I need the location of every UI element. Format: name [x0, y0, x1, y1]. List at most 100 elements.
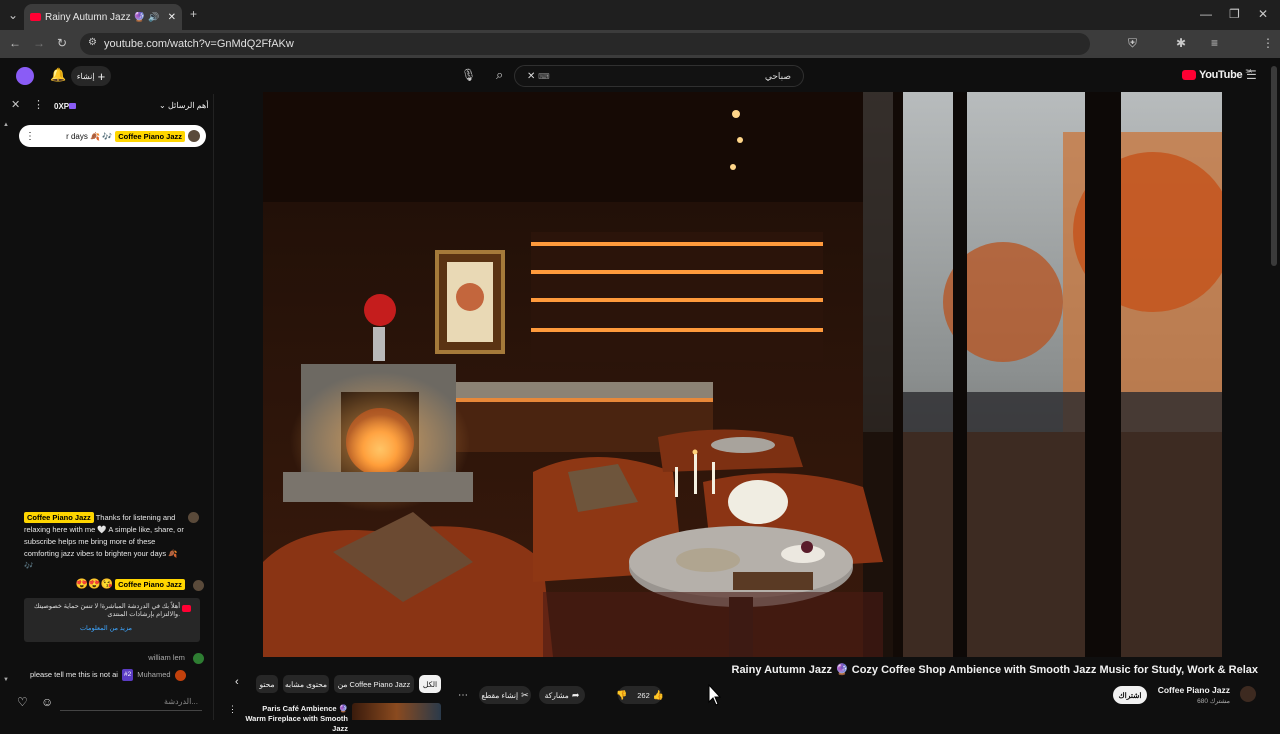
related-video-title[interactable]: Paris Café Ambience 🔮 Warm Fireplace wit…	[240, 704, 348, 734]
maximize-icon[interactable]: ❐	[1229, 8, 1240, 20]
chat-input[interactable]: الدردشة...	[60, 693, 202, 711]
pinned-text: r days 🍂 🎶	[66, 131, 113, 141]
account-avatar[interactable]	[16, 67, 34, 85]
message-author: Muhamed	[137, 670, 171, 679]
share-icon: ➦	[571, 689, 580, 700]
clip-button[interactable]: إنشاء مقطع ✂	[479, 686, 531, 704]
media-control-icon[interactable]: ≡	[1211, 37, 1218, 49]
mouse-cursor-icon	[708, 684, 722, 706]
close-window-icon[interactable]: ✕	[1258, 8, 1268, 20]
extensions-puzzle-icon[interactable]: ✱	[1176, 37, 1186, 49]
site-info-icon[interactable]: ⚙	[88, 38, 97, 48]
notice-text: أهلاً بك في الدردشة المباشرة! لا تنسَ حم…	[33, 603, 180, 618]
chat-header: ✕ ⋮ 0XP ⌄ أهم الرسائل	[0, 94, 214, 118]
share-label: مشاركة	[544, 690, 569, 700]
channel-avatar[interactable]	[1240, 686, 1256, 702]
author-avatar	[174, 669, 186, 681]
author-avatar	[193, 652, 204, 664]
live-chat-panel: ✕ ⋮ 0XP ⌄ أهم الرسائل ▲ ⋮ r days 🍂 🎶 Cof…	[0, 94, 214, 720]
chat-welcome-notice: أهلاً بك في الدردشة المباشرة! لا تنسَ حم…	[24, 598, 200, 642]
chat-message[interactable]: william lem	[24, 652, 204, 664]
chat-message[interactable]: please tell me this is not ai #2 Muhamed	[30, 669, 204, 681]
youtube-play-logo-icon	[1182, 70, 1196, 80]
message-text: please tell me this is not ai	[30, 670, 118, 679]
message-text: 😍😍😘	[75, 579, 114, 590]
browser-menu-icon[interactable]: ⋮	[1262, 37, 1274, 49]
back-icon[interactable]: ←	[9, 37, 21, 49]
pinned-author: Coffee Piano Jazz	[115, 130, 185, 142]
author-avatar	[193, 579, 204, 591]
plus-icon: +	[97, 68, 106, 84]
chevron-left-icon[interactable]: ‹	[235, 676, 239, 688]
message-author: Coffee Piano Jazz	[24, 512, 94, 523]
like-count: 262	[637, 690, 650, 700]
more-actions-button[interactable]: ⋯	[454, 686, 472, 704]
rank-badge: #2	[121, 669, 134, 681]
clear-search-icon[interactable]: ✕ ⌨	[527, 71, 550, 82]
scroll-down-icon[interactable]: ▼	[3, 677, 9, 683]
page-scrollbar[interactable]	[1271, 66, 1277, 266]
clip-label: إنشاء مقطع	[481, 690, 519, 700]
xp-gem-icon	[69, 103, 76, 109]
filter-chip-more[interactable]: محتو	[256, 675, 278, 693]
heart-reaction-icon[interactable]: ♡	[17, 695, 28, 709]
related-menu-icon[interactable]: ⋮	[228, 704, 237, 715]
filter-chip-all[interactable]: الكل	[419, 675, 441, 693]
filter-chip-related[interactable]: محتوى مشابه	[283, 675, 329, 693]
forward-icon[interactable]: →	[33, 37, 45, 49]
tab-title: Rainy Autumn Jazz 🔮 Co	[45, 11, 145, 23]
related-video-thumbnail[interactable]	[352, 703, 441, 720]
pinned-menu-icon[interactable]: ⋮	[25, 131, 35, 142]
search-icon[interactable]: ⌕	[496, 68, 503, 81]
close-chat-icon[interactable]: ✕	[11, 100, 20, 111]
pinned-message[interactable]: ⋮ r days 🍂 🎶 Coffee Piano Jazz	[19, 125, 206, 147]
new-tab-icon[interactable]: +	[190, 8, 197, 20]
url-text: youtube.com/watch?v=GnMdQ2FfAKw	[104, 38, 294, 50]
chat-message[interactable]: Coffee Piano Jazz Thanks for listening a…	[24, 512, 204, 572]
more-horizontal-icon: ⋯	[458, 689, 468, 701]
xp-label[interactable]: 0XP	[54, 102, 69, 111]
minimize-icon[interactable]: —	[1200, 8, 1212, 20]
youtube-logo[interactable]: YouTube SA	[1182, 69, 1252, 81]
search-input[interactable]: ✕ ⌨ صباحي	[514, 65, 804, 87]
video-player[interactable]	[263, 92, 1222, 657]
shield-extension-icon[interactable]: ⛨	[1128, 37, 1137, 49]
omnibox[interactable]: ⚙ youtube.com/watch?v=GnMdQ2FfAKw	[80, 33, 1090, 55]
author-avatar	[188, 512, 199, 523]
emoji-icon[interactable]: ☺	[41, 695, 53, 709]
notice-learn-more-link[interactable]: مزيد من المعلومات	[32, 625, 180, 633]
search-query: صباحي	[764, 70, 791, 81]
chat-mode-select[interactable]: أهم الرسائل	[168, 101, 209, 110]
scroll-up-icon[interactable]: ▲	[3, 122, 9, 128]
message-author: william lem	[148, 653, 185, 662]
browser-tab-bar: ⌄ Rainy Autumn Jazz 🔮 Co 🔊 ✕ + — ❐ ✕	[0, 0, 1280, 30]
create-button[interactable]: إنشاء +	[71, 66, 111, 86]
subscribe-button[interactable]: اشتراك	[1113, 686, 1147, 704]
youtube-notice-icon	[182, 605, 191, 612]
filter-chip-channel[interactable]: من Coffee Piano Jazz	[334, 675, 414, 693]
chevron-down-icon[interactable]: ⌄	[159, 101, 166, 110]
reload-icon[interactable]: ↻	[57, 37, 67, 49]
like-icon[interactable]: 👍	[653, 690, 664, 701]
chat-menu-icon[interactable]: ⋮	[33, 100, 44, 111]
pinned-avatar	[188, 130, 200, 142]
video-title: Rainy Autumn Jazz 🔮 Cozy Coffee Shop Amb…	[731, 664, 1259, 676]
video-frame	[263, 92, 1222, 657]
notifications-bell-icon[interactable]: 🔔	[50, 68, 66, 81]
voice-search-mic-icon[interactable]: 🎙	[461, 69, 476, 81]
subscriber-count: 680 مشترك	[1197, 698, 1230, 705]
scissors-icon: ✂	[521, 689, 529, 700]
close-tab-icon[interactable]: ✕	[168, 12, 176, 23]
youtube-favicon-icon	[30, 13, 41, 21]
like-dislike-group: 👎 262 👍	[616, 686, 664, 704]
message-author: Coffee Piano Jazz	[115, 579, 185, 590]
audio-icon[interactable]: 🔊	[148, 12, 159, 23]
hamburger-menu-icon[interactable]: ☰	[1246, 69, 1257, 81]
browser-tab[interactable]: Rainy Autumn Jazz 🔮 Co 🔊 ✕	[24, 4, 182, 30]
channel-name[interactable]: Coffee Piano Jazz	[1140, 685, 1230, 695]
tab-search-icon[interactable]: ⌄	[8, 9, 18, 21]
dislike-icon[interactable]: 👎	[616, 690, 627, 701]
share-button[interactable]: مشاركة ➦	[539, 686, 585, 704]
create-label: إنشاء	[76, 71, 95, 81]
chat-message[interactable]: 😍😍😘 Coffee Piano Jazz	[24, 579, 204, 591]
